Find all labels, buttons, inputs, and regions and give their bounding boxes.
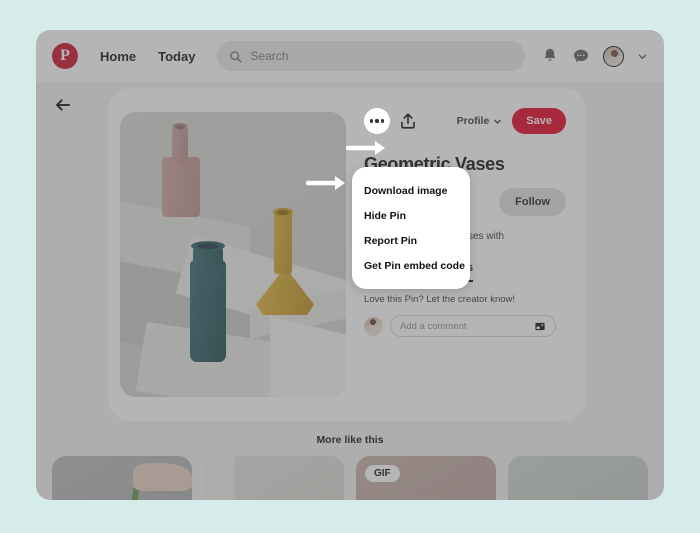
more-like-this-heading: More like this [316,434,384,446]
related-pins-grid: GIF [52,456,648,500]
nav-link-home[interactable]: Home [100,49,136,64]
dot-icon [381,119,385,123]
nav-link-today[interactable]: Today [158,49,195,64]
pin-image[interactable] [120,112,346,397]
back-button[interactable] [52,94,74,116]
gif-badge: GIF [365,465,400,482]
comment-compose-row: Add a comment [364,315,566,337]
follow-button[interactable]: Follow [499,188,566,216]
pin-options-menu: Download image Hide Pin Report Pin Get P… [352,167,470,289]
vase-pink [162,157,200,217]
comment-input[interactable]: Add a comment [390,315,556,337]
messages-icon[interactable] [572,47,590,65]
board-select[interactable]: Profile [457,115,503,127]
arrow-to-more-button [346,141,385,155]
dot-icon [369,119,373,123]
back-arrow-icon [56,99,70,111]
menu-item-download-image[interactable]: Download image [352,178,470,203]
avatar[interactable] [603,45,624,67]
vase-teal [190,260,226,362]
chevron-down-icon [494,119,502,124]
board-select-label: Profile [456,115,490,127]
image-attach-icon[interactable] [534,321,546,332]
share-icon[interactable] [399,112,417,130]
menu-item-report-pin[interactable]: Report Pin [352,228,470,253]
page-root: P Home Today Search Profile Save Geometr… [0,0,700,533]
search-icon [230,50,243,63]
header-actions [541,45,648,67]
search-placeholder: Search [250,49,289,63]
comment-placeholder: Add a comment [400,320,467,332]
notifications-bell-icon[interactable] [541,47,559,65]
arrow-to-popup-menu [306,176,345,190]
comment-prompt: Love this Pin? Let the creator know! [364,294,516,305]
avatar [364,316,383,336]
related-pin-2[interactable] [204,456,344,500]
more-options-button[interactable] [364,108,390,134]
menu-item-get-pin-embed-code[interactable]: Get Pin embed code [352,253,470,278]
app-header: P Home Today Search [36,30,664,82]
pinterest-logo-icon[interactable]: P [52,43,78,69]
related-pin-3[interactable]: GIF [356,456,496,500]
chevron-down-icon[interactable] [637,51,648,62]
dot-icon [375,119,379,123]
search-input[interactable]: Search [217,41,525,71]
app-window: P Home Today Search Profile Save Geometr… [36,30,664,500]
save-button[interactable]: Save [512,108,566,134]
menu-item-hide-pin[interactable]: Hide Pin [352,203,470,228]
related-pin-4[interactable] [508,456,648,500]
related-pin-1[interactable] [52,456,192,500]
pin-action-row: Profile Save [364,106,566,136]
